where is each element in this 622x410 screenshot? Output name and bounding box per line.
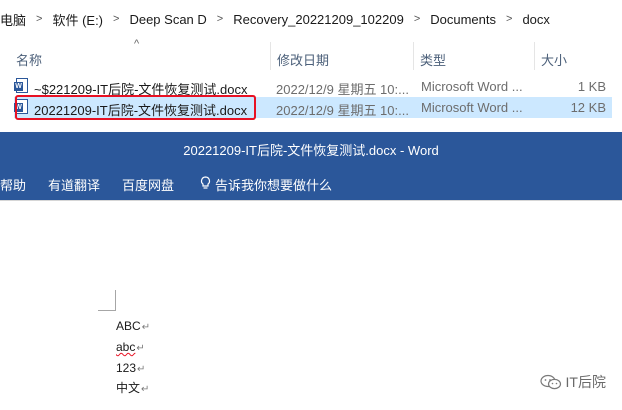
column-type[interactable]: 类型 xyxy=(420,50,446,69)
column-divider[interactable] xyxy=(534,42,535,70)
breadcrumb-recovery[interactable]: Recovery_20221209_102209 xyxy=(230,12,407,27)
file-row[interactable]: ~$221209-IT后院-文件恢复测试.docx 2022/12/9 星期五 … xyxy=(14,76,612,97)
chevron-right-icon: > xyxy=(113,13,120,25)
wechat-icon xyxy=(539,374,561,390)
paragraph-mark-icon: ↵ xyxy=(136,343,145,354)
breadcrumb-this-pc[interactable]: 电脑 xyxy=(0,10,29,29)
doc-line[interactable]: 123↵ xyxy=(116,361,145,375)
doc-line-text: abc xyxy=(116,340,136,354)
sort-ascending-icon: ^ xyxy=(134,38,140,50)
lightbulb-icon xyxy=(198,176,212,193)
margin-corner-mark xyxy=(98,290,116,311)
paragraph-mark-icon: ↵ xyxy=(141,384,150,395)
document-page[interactable]: ABC↵ abc↵ 123↵ 中文↵ IT后院 xyxy=(0,200,622,410)
watermark: IT后院 xyxy=(539,372,606,392)
doc-line[interactable]: abc↵ xyxy=(116,340,145,354)
word-document-icon xyxy=(14,78,28,93)
address-bar[interactable]: 电脑 > 软件 (E:) > Deep Scan D > Recovery_20… xyxy=(0,0,622,39)
file-date: 2022/12/9 星期五 10:... xyxy=(276,82,409,97)
tell-me-label: 告诉我你想要做什么 xyxy=(215,178,333,193)
column-date[interactable]: 修改日期 xyxy=(277,50,329,69)
doc-line[interactable]: ABC↵ xyxy=(116,319,150,333)
ribbon-tabs: 帮助 有道翻译 百度网盘 告诉我你想要做什么 xyxy=(0,166,622,200)
chevron-right-icon: > xyxy=(506,13,513,25)
paragraph-mark-icon: ↵ xyxy=(137,364,146,375)
doc-line-text: 123 xyxy=(116,361,137,375)
watermark-text: IT后院 xyxy=(565,374,606,390)
column-size[interactable]: 大小 xyxy=(541,50,567,69)
window-title: 20221209-IT后院-文件恢复测试.docx - Word xyxy=(183,142,439,158)
tab-help[interactable]: 帮助 xyxy=(0,175,26,194)
doc-line-text: 中文 xyxy=(116,381,141,395)
column-divider[interactable] xyxy=(270,42,271,70)
tab-youdao-translate[interactable]: 有道翻译 xyxy=(48,175,100,194)
column-name[interactable]: 名称 xyxy=(16,50,42,69)
breadcrumb-deep-scan[interactable]: Deep Scan D xyxy=(126,12,209,27)
file-size: 1 KB xyxy=(577,79,606,94)
file-date: 2022/12/9 星期五 10:... xyxy=(276,103,409,118)
tab-baidu-netdisk[interactable]: 百度网盘 xyxy=(122,175,174,194)
highlight-box xyxy=(15,95,256,120)
word-title-bar: 20221209-IT后院-文件恢复测试.docx - Word xyxy=(0,132,622,166)
breadcrumb-drive[interactable]: 软件 (E:) xyxy=(49,10,106,29)
column-header-row: ^ 名称 修改日期 类型 大小 xyxy=(0,38,622,74)
breadcrumb-documents[interactable]: Documents xyxy=(427,12,499,27)
tell-me-search[interactable]: 告诉我你想要做什么 xyxy=(198,175,332,194)
file-type: Microsoft Word ... xyxy=(421,100,523,115)
chevron-right-icon: > xyxy=(216,13,224,25)
chevron-right-icon: > xyxy=(36,13,43,25)
doc-line[interactable]: 中文↵ xyxy=(116,379,149,396)
column-divider[interactable] xyxy=(413,42,414,70)
chevron-right-icon: > xyxy=(413,13,421,25)
file-size: 12 KB xyxy=(570,100,606,115)
file-type: Microsoft Word ... xyxy=(421,79,523,94)
paragraph-mark-icon: ↵ xyxy=(141,322,151,333)
doc-line-text: ABC xyxy=(116,319,141,333)
breadcrumb-docx[interactable]: docx xyxy=(519,12,552,27)
